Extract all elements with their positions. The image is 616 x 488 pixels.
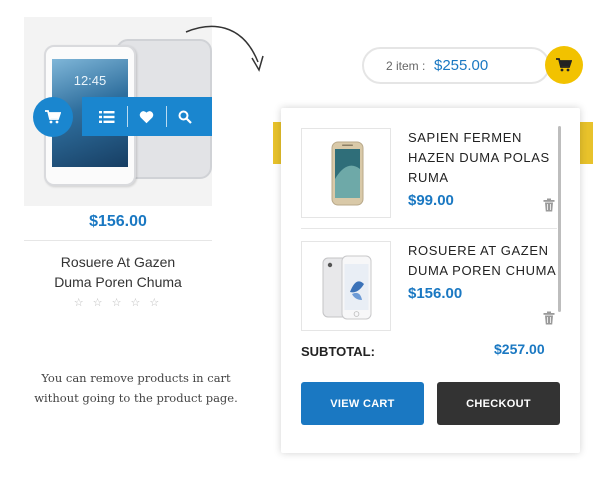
- checkout-button[interactable]: CHECKOUT: [437, 382, 560, 425]
- search-icon: [178, 110, 192, 124]
- product-price: $156.00: [89, 213, 147, 230]
- cart-item-price: $99.00: [408, 192, 454, 209]
- cart-item-thumbnail[interactable]: [301, 241, 391, 331]
- mini-cart-dropdown: SAPIEN FERMEN HAZEN DUMA POLAS RUMA $99.…: [281, 108, 580, 453]
- product-name-line: Rosuere At Gazen: [60, 254, 176, 270]
- list-icon: [99, 110, 115, 123]
- phone-white-image: [322, 255, 372, 320]
- quick-view-button[interactable]: [166, 97, 204, 136]
- header-cart-summary[interactable]: 2 item : $255.00: [362, 47, 550, 84]
- view-cart-button[interactable]: VIEW CART: [301, 382, 424, 425]
- trash-icon[interactable]: [542, 198, 556, 212]
- add-to-cart-button[interactable]: [33, 97, 73, 137]
- cart-item-thumbnail[interactable]: [301, 128, 391, 218]
- rating-stars: ☆ ☆ ☆ ☆ ☆: [73, 297, 163, 309]
- cart-item-name[interactable]: ROSUERE AT GAZEN DUMA POREN CHUMA: [408, 241, 560, 281]
- cart-item-name[interactable]: SAPIEN FERMEN HAZEN DUMA POLAS RUMA: [408, 128, 560, 188]
- header-cart-button[interactable]: [545, 46, 583, 84]
- cart-icon: [45, 110, 61, 124]
- product-name-line: Duma Poren Chuma: [54, 274, 182, 290]
- cart-total: $255.00: [434, 57, 489, 74]
- subtotal-value: $257.00: [494, 341, 545, 357]
- product-action-bar: [82, 97, 212, 136]
- phone-edge-image: [331, 141, 364, 206]
- heart-icon: [139, 110, 153, 123]
- feature-note-line: without going to the product page.: [34, 391, 238, 405]
- product-name-link[interactable]: Rosuere At Gazen Duma Poren Chuma: [24, 252, 212, 292]
- cart-icon: [556, 58, 572, 72]
- trash-icon[interactable]: [542, 311, 556, 325]
- feature-note-line: You can remove products in cart: [41, 371, 231, 385]
- cart-item-count: 2 item :: [386, 59, 426, 73]
- divider: [24, 240, 212, 241]
- cart-scrollbar[interactable]: [558, 126, 561, 312]
- curved-arrow-icon: [185, 25, 264, 72]
- subtotal-label: SUBTOTAL:: [301, 344, 375, 359]
- wishlist-button[interactable]: [127, 97, 165, 136]
- cart-item-price: $156.00: [408, 285, 463, 302]
- compare-button[interactable]: [88, 97, 126, 136]
- tablet-clock-text: 12:45: [73, 73, 107, 88]
- cart-item-divider: [301, 228, 557, 229]
- feature-note: You can remove products in cart without …: [20, 368, 252, 408]
